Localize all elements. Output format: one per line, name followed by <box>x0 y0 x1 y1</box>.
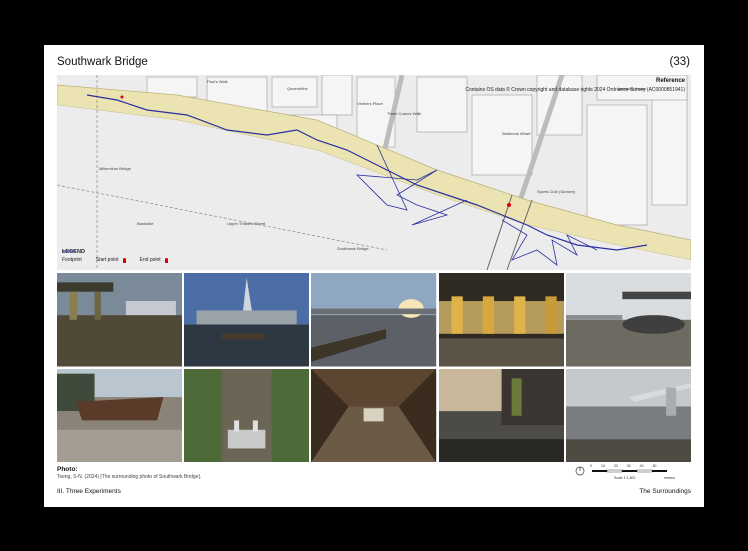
photo-3 <box>311 273 437 367</box>
scale-tick: 20 <box>613 464 618 468</box>
caption-text: Tseng, S-N. (2024) [The surrounding phot… <box>57 474 202 480</box>
footer-chapter: The Surroundings <box>639 488 691 495</box>
scale-tick: 30 <box>626 464 631 468</box>
map-label: Paul's Walk <box>207 79 228 84</box>
scale-tick: 50 <box>652 464 657 468</box>
map-drawing: Millennium Bridge Southwark Bridge Sports … <box>57 75 691 270</box>
scale-tick: 10 <box>600 464 605 468</box>
map-copyright: Contains OS data © Crown copyright and d… <box>465 87 685 93</box>
scale-label: Scale 1:1,500 <box>614 476 636 480</box>
caption-heading: Photo: <box>57 466 78 473</box>
scale-tick: 40 <box>639 464 644 468</box>
map-label: Queenhithe <box>287 86 308 91</box>
map-label: Walbrook Wharf <box>502 131 531 136</box>
photo-10 <box>565 368 691 462</box>
photo-grid <box>57 273 691 462</box>
map-label: Three Cranes Walk <box>387 111 421 116</box>
map-legend: LEGEND Footprint Start point End point <box>62 249 168 263</box>
scale-bar: 0 10 20 30 40 50 Scale 1:1,500 metres <box>574 464 694 483</box>
photo-caption: Photo: Tseng, S-N. (2024) [The surroundi… <box>57 466 201 480</box>
scale-unit: metres <box>664 476 675 480</box>
photo-8 <box>311 368 437 462</box>
document-page: Southwark Bridge (33) Millennium Bridge … <box>44 45 704 507</box>
photo-2 <box>184 273 310 367</box>
site-map: Millennium Bridge Southwark Bridge Sports … <box>57 75 691 270</box>
photo-9 <box>438 368 564 462</box>
scale-tick: 0 <box>590 464 592 468</box>
photo-7 <box>184 368 310 462</box>
legend-end-label: End point <box>139 257 161 263</box>
page-number: (33) <box>669 56 690 68</box>
legend-footprint-label: Footprint <box>62 257 82 263</box>
photo-1 <box>57 273 183 367</box>
photo-4 <box>438 273 564 367</box>
map-label: Sports Club (Sunken) <box>537 189 576 194</box>
map-label: Vintners Place <box>357 101 383 106</box>
footprint-line-icon <box>62 250 76 252</box>
map-label: Southwark Bridge <box>337 246 369 251</box>
map-label: Bankside <box>137 221 154 226</box>
map-label: Millennium Bridge <box>99 166 132 171</box>
photo-6 <box>57 368 183 462</box>
photo-5 <box>565 273 691 367</box>
legend-start-label: Start point <box>95 257 119 263</box>
page-title: Southwark Bridge <box>57 56 148 68</box>
legend-heading: LEGEND <box>62 249 85 255</box>
end-pin-icon <box>164 257 168 263</box>
footer-section: III. Three Experiments <box>57 488 121 495</box>
start-pin-icon <box>122 257 126 263</box>
map-label: Upper Thames Street <box>227 221 266 226</box>
reference-label: Reference <box>655 78 685 84</box>
